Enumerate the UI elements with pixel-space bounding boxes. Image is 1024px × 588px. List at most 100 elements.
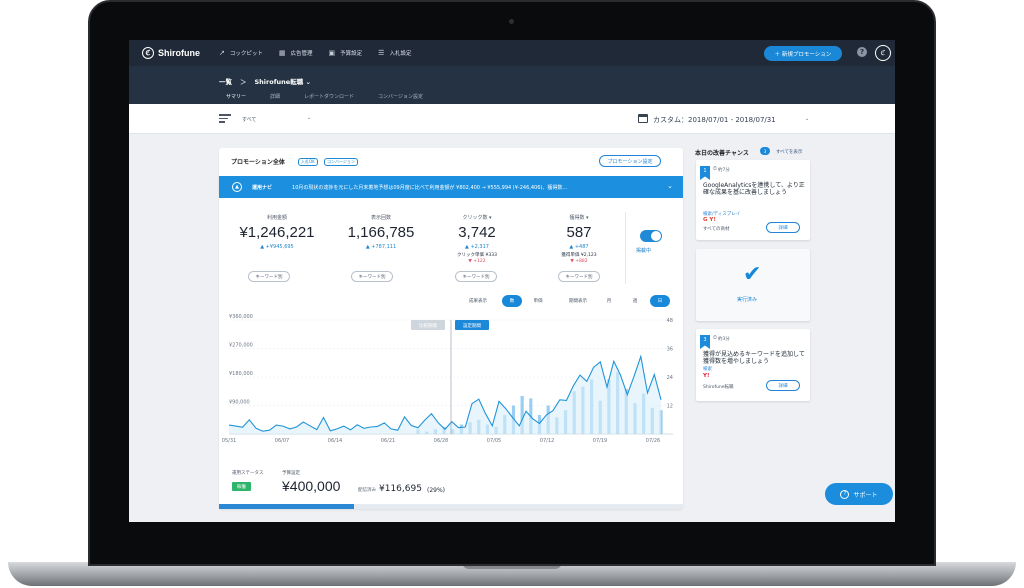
metric-sub: クリック単価 ¥333 (457, 253, 497, 258)
metric-label[interactable]: 獲得数 ▾ (527, 214, 631, 221)
breadcrumb-current[interactable]: Shirofune転職 ⌄ (255, 76, 311, 86)
week-option[interactable]: 週 (627, 295, 643, 307)
clock-icon: ⏱ (713, 166, 717, 172)
avatar[interactable]: ℭ (875, 45, 891, 61)
tip-detail-button[interactable]: 詳細 (766, 380, 800, 391)
calendar-icon[interactable] (638, 114, 648, 123)
spent-value: ¥116,695 (379, 484, 422, 494)
ops-label: 運用ナビ (252, 184, 273, 191)
metric-label[interactable]: クリック数 ▾ (425, 214, 529, 221)
done-label: 実行済み (737, 297, 758, 303)
tip-card-done: ✔ 実行済み (696, 249, 810, 321)
nav-budget[interactable]: ▣ 予算設定 (329, 49, 363, 57)
keyword-button[interactable]: キーワード別 (558, 271, 600, 282)
filter-icon[interactable] (219, 114, 231, 124)
metric-clicks: クリック数 ▾ 3,742 ▲ +2,317 クリック単価 ¥333 ▼ +12… (425, 214, 529, 264)
y-tick-label: ¥360,000 (229, 314, 253, 320)
breadcrumb-home[interactable]: 一覧 (219, 76, 232, 86)
filter-select[interactable]: すべて (242, 116, 256, 123)
app-screen: ℭ Shirofune ↗ コックピット ▦ 広告管理 ▣ 予算設定 ☰ 入札設… (129, 40, 895, 522)
help-icon[interactable]: ? (857, 47, 867, 57)
metric-value: 1,166,785 (347, 224, 415, 241)
new-promotion-button[interactable]: ＋ 新規プロモーション (764, 46, 842, 61)
metric-delta: ▲ +¥945,695 (260, 244, 294, 250)
ops-navi-banner[interactable]: ▲ 運用ナビ 10月の現状の達捗を元にした月末着地予想は09月度に比べて利用金額… (219, 176, 683, 198)
day-option[interactable]: 日 (650, 295, 670, 307)
card-title: プロモーション全体 (231, 159, 285, 166)
tip-headline: 獲得が見込めるキーワードを追加して獲得数を増やしましょう (703, 351, 805, 365)
top-nav: ℭ Shirofune ↗ コックピット ▦ 広告管理 ▣ 予算設定 ☰ 入札設… (129, 40, 895, 66)
clock-icon: ⏱ (713, 335, 717, 341)
breadcrumb-separator: ＞ (240, 78, 247, 86)
google-yahoo-icon: G Y! (703, 217, 716, 223)
camera-icon (509, 19, 514, 24)
breadcrumb: 一覧 ＞ Shirofune転職 ⌄ (219, 76, 311, 86)
y2-tick-label: 36 (667, 347, 673, 353)
compare-period-label: 比較期間 (419, 322, 437, 329)
metric-value: 3,742 (458, 224, 496, 241)
promotion-settings-button[interactable]: プロモーション設定 (599, 155, 661, 167)
tip-detail-button[interactable]: 詳細 (766, 222, 800, 233)
metric-sub-delta: ▼ +122 (468, 259, 486, 264)
metric-sub-delta: ▼ +882 (570, 259, 588, 264)
metric-conversions: 獲得数 ▾ 587 ▲ +487 獲得単価 ¥2,123 ▼ +882 (527, 214, 631, 264)
tip-scope: すべての商材 (703, 227, 730, 232)
keyword-button[interactable]: キーワード別 (455, 271, 497, 282)
nav-ads[interactable]: ▦ 広告管理 (279, 49, 313, 57)
x-tick-label: 06/14 (328, 438, 342, 444)
publish-toggle[interactable] (640, 230, 662, 242)
support-label: サポート (853, 491, 878, 499)
support-button[interactable]: ? サポート (825, 483, 893, 505)
unit-price-option[interactable]: 単価 (528, 295, 548, 307)
logo-icon: ℭ (142, 47, 154, 59)
logo[interactable]: ℭ Shirofune (142, 47, 200, 59)
month-option[interactable]: 月 (601, 295, 617, 307)
result-display-label: 成果表示 (469, 299, 487, 304)
date-range[interactable]: カスタム：2018/07/01 - 2018/07/31 (653, 115, 776, 125)
metric-impressions: 表示回数 1,166,785 ▲ +787,111 (329, 214, 433, 250)
chip-conversion: コンバージョン (324, 158, 358, 166)
chevron-down-icon[interactable]: ⌄ (805, 116, 809, 122)
metric-value: ¥1,246,221 (239, 224, 315, 241)
performance-chart[interactable]: ¥360,000 ¥270,000 ¥180,000 ¥90,000 48 36 24 12 0… (219, 312, 683, 462)
sliders-icon: ☰ (378, 49, 385, 57)
metric-sub: 獲得単価 ¥2,123 (561, 253, 597, 258)
metric-label: 利用金額 (266, 215, 287, 221)
tip-number: 1 (700, 166, 710, 180)
tips-count-badge: 3 (760, 147, 770, 155)
keyword-button[interactable]: キーワード別 (351, 271, 393, 282)
count-option[interactable]: 数 (502, 295, 522, 307)
y-tick-label: ¥180,000 (229, 371, 253, 377)
briefcase-icon: ▣ (328, 49, 336, 57)
nav-cockpit-label: コックピット (229, 51, 263, 57)
status-badge: 稼働 (232, 482, 251, 491)
show-all-link[interactable]: すべてを表示 (776, 149, 802, 155)
nav-bid-label: 入札設定 (389, 51, 412, 57)
divider (625, 212, 626, 284)
budget-value: ¥400,000 (282, 478, 341, 494)
tip-card: 1 ⏱ 約7分 GoogleAnalyticsを連携して、より正確な成果を基に改… (696, 160, 810, 240)
tips-title: 本日の改善チャンス (695, 150, 749, 157)
question-icon: ? (840, 489, 850, 499)
metric-delta: ▲ +787,111 (365, 244, 397, 250)
metric-delta: ▲ +487 (569, 244, 589, 250)
keyword-button[interactable]: キーワード別 (248, 271, 290, 282)
yahoo-icon: Y! (703, 373, 710, 379)
y2-tick-label: 24 (667, 375, 673, 381)
chevron-down-icon[interactable]: ⌄ (307, 115, 311, 121)
filter-bar: すべて ⌄ カスタム：2018/07/01 - 2018/07/31 ⌄ (129, 104, 895, 134)
y-tick-label: ¥270,000 (229, 343, 253, 349)
x-tick-label: 07/05 (487, 438, 501, 444)
nav-bid[interactable]: ☰ 入札設定 (378, 49, 411, 57)
promotion-card: プロモーション全体 入札OK コンバージョン プロモーション設定 ▲ 運用ナビ … (219, 148, 683, 509)
nav-cockpit[interactable]: ↗ コックピット (219, 49, 263, 57)
tip-card: 3 ⏱ 約3分 獲得が見込めるキーワードを追加して獲得数を増やしましょう 検索 … (696, 329, 810, 401)
logo-text: Shirofune (158, 48, 200, 58)
x-tick-label: 07/12 (540, 438, 554, 444)
tip-number: 3 (700, 335, 710, 349)
nav-budget-label: 予算設定 (340, 51, 363, 57)
period-display-label: 期間表示 (569, 299, 587, 304)
metric-cost: 利用金額 ¥1,246,221 ▲ +¥945,695 (225, 214, 329, 250)
chevron-down-icon[interactable]: ⌄ (667, 182, 673, 190)
tip-time: 約7分 (718, 168, 730, 173)
